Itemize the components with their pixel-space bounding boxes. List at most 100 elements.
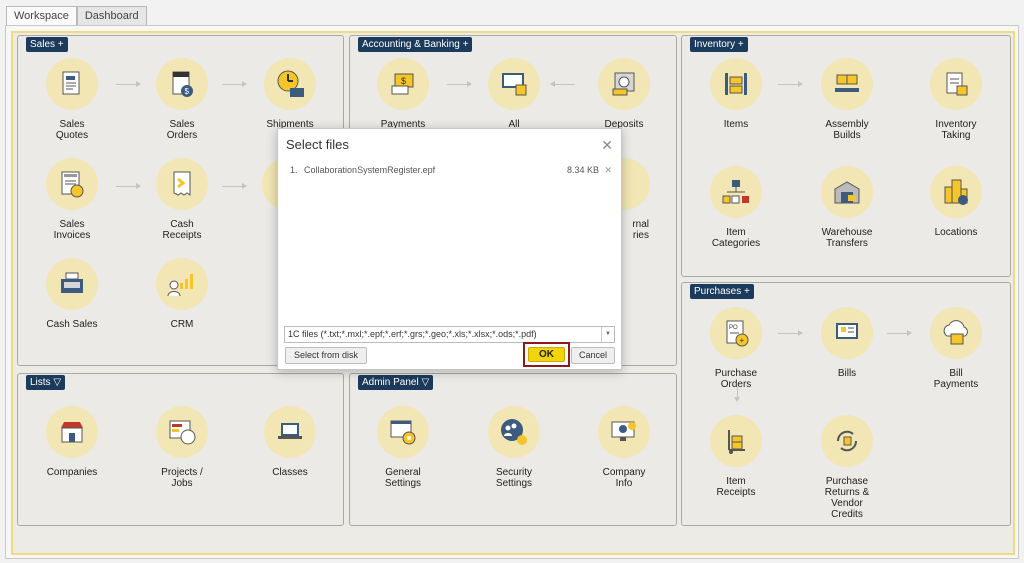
select-files-dialog: Select files ✕ 1. CollaborationSystemReg…	[277, 128, 622, 370]
item-label: Classes	[272, 467, 308, 478]
item-label: Warehouse Transfers	[821, 227, 873, 249]
admin-panel: Admin Panel ▽ General Settings Security …	[349, 373, 677, 526]
ok-highlight: OK	[523, 342, 570, 367]
security-settings-item[interactable]: Security Settings	[464, 406, 564, 489]
cash-sales-item[interactable]: Cash Sales	[22, 258, 122, 330]
item-label: Item Categories	[711, 227, 761, 249]
item-label: Assembly Builds	[825, 119, 869, 141]
boxes-shelf-icon	[710, 58, 762, 110]
classes-item[interactable]: Classes	[240, 406, 340, 478]
project-timer-icon	[156, 406, 208, 458]
assembly-builds-item[interactable]: Assembly Builds	[797, 58, 897, 141]
file-list-item[interactable]: 1. CollaborationSystemRegister.epf 8.34 …	[290, 165, 612, 175]
inventory-panel: Inventory + Items Assembly Builds Invent…	[681, 35, 1011, 277]
crm-chart-people-icon	[156, 258, 208, 310]
file-type-value: 1C files (*.txt;*.mxl;*.epf;*.erf;*.grs;…	[288, 329, 537, 339]
locations-item[interactable]: Locations	[906, 166, 1006, 238]
payments-item[interactable]: $ Payments	[353, 58, 453, 130]
chevron-down-icon[interactable]: ▼	[601, 327, 614, 342]
return-cycle-icon	[821, 415, 873, 467]
deposits-item[interactable]: Deposits	[574, 58, 674, 130]
bill-icon	[821, 307, 873, 359]
item-label: Companies	[46, 467, 98, 478]
inventory-title[interactable]: Inventory +	[690, 37, 748, 52]
hand-truck-icon	[710, 415, 762, 467]
purchases-panel: Purchases + PO + Purchase Orders Bills Bi…	[681, 282, 1011, 526]
purchases-title[interactable]: Purchases +	[690, 284, 754, 299]
item-label: Sales Orders	[166, 119, 198, 141]
purchase-returns-item[interactable]: Purchase Returns & Vendor Credits	[797, 415, 897, 520]
assembly-icon	[821, 58, 873, 110]
bill-payments-item[interactable]: Bill Payments	[906, 307, 1006, 390]
order-icon: $	[156, 58, 208, 110]
tab-dashboard[interactable]: Dashboard	[76, 6, 147, 26]
bills-item[interactable]: Bills	[797, 307, 897, 379]
companies-item[interactable]: Companies	[22, 406, 122, 478]
file-name: CollaborationSystemRegister.epf	[304, 165, 436, 175]
tab-workspace[interactable]: Workspace	[6, 6, 77, 26]
close-icon[interactable]: ✕	[601, 137, 613, 154]
general-settings-item[interactable]: General Settings	[353, 406, 453, 489]
remove-file-icon[interactable]: ✕	[604, 165, 612, 176]
cash-register-icon	[46, 258, 98, 310]
file-index: 1.	[290, 165, 298, 175]
items-item[interactable]: Items	[686, 58, 786, 130]
company-info-item[interactable]: Company Info	[574, 406, 674, 489]
settings-window-icon	[377, 406, 429, 458]
admin-panel-title[interactable]: Admin Panel ▽	[358, 375, 434, 390]
item-label: Company Info	[602, 467, 646, 489]
monitor-icon	[488, 58, 540, 110]
item-label: Items	[723, 119, 749, 130]
company-monitor-icon	[598, 406, 650, 458]
item-label: General Settings	[384, 467, 422, 489]
warehouse-transfers-item[interactable]: Warehouse Transfers	[797, 166, 897, 249]
select-from-disk-button[interactable]: Select from disk	[285, 347, 367, 364]
warehouse-icon	[821, 166, 873, 218]
projects-jobs-item[interactable]: Projects / Jobs	[132, 406, 232, 489]
purchase-orders-item[interactable]: PO + Purchase Orders	[686, 307, 786, 390]
item-label: Inventory Taking	[935, 119, 977, 141]
item-label: Purchase Returns & Vendor Credits	[824, 476, 870, 520]
inventory-taking-item[interactable]: Inventory Taking	[906, 58, 1006, 141]
item-label: Purchase Orders	[714, 368, 758, 390]
buildings-icon	[930, 166, 982, 218]
item-receipts-item[interactable]: Item Receipts	[686, 415, 786, 498]
file-size: 8.34 KB	[566, 165, 599, 175]
users-gear-icon	[488, 406, 540, 458]
svg-text:$: $	[185, 87, 190, 96]
shipments-item[interactable]: Shipments	[240, 58, 340, 130]
ok-button[interactable]: OK	[528, 347, 565, 362]
lists-title[interactable]: Lists ▽	[26, 375, 66, 390]
accounting-banking-title[interactable]: Accounting & Banking +	[358, 37, 473, 52]
sales-invoices-item[interactable]: Sales Invoices	[22, 158, 122, 241]
item-label: Projects / Jobs	[161, 467, 203, 489]
item-label: CRM	[170, 319, 194, 330]
clipboard-box-icon	[930, 58, 982, 110]
storefront-icon	[46, 406, 98, 458]
crm-item[interactable]: CRM	[132, 258, 232, 330]
item-label: Item Receipts	[716, 476, 756, 498]
sales-quotes-item[interactable]: Sales Quotes	[22, 58, 122, 141]
item-label: Cash Sales	[46, 319, 98, 330]
purchase-order-icon: PO +	[710, 307, 762, 359]
cash-receipts-item[interactable]: Cash Receipts	[132, 158, 232, 241]
quote-document-icon	[46, 58, 98, 110]
hierarchy-icon	[710, 166, 762, 218]
payment-icon: $	[377, 58, 429, 110]
cancel-button[interactable]: Cancel	[571, 347, 615, 364]
sales-orders-item[interactable]: $ Sales Orders	[132, 58, 232, 141]
item-label: Security Settings	[495, 467, 533, 489]
item-label: Cash Receipts	[162, 219, 202, 241]
svg-text:PO: PO	[729, 325, 738, 331]
safe-icon	[598, 58, 650, 110]
laptop-classes-icon	[264, 406, 316, 458]
cloud-payment-icon	[930, 307, 982, 359]
item-label: Sales Quotes	[55, 119, 89, 141]
dialog-title: Select files	[286, 137, 349, 152]
svg-text:+: +	[740, 336, 745, 345]
lists-panel: Lists ▽ Companies Projects / Jobs Classe…	[17, 373, 344, 526]
item-label: Locations	[934, 227, 978, 238]
sales-title[interactable]: Sales +	[26, 37, 68, 52]
item-categories-item[interactable]: Item Categories	[686, 166, 786, 249]
file-type-select[interactable]: 1C files (*.txt;*.mxl;*.epf;*.erf;*.grs;…	[284, 326, 615, 343]
